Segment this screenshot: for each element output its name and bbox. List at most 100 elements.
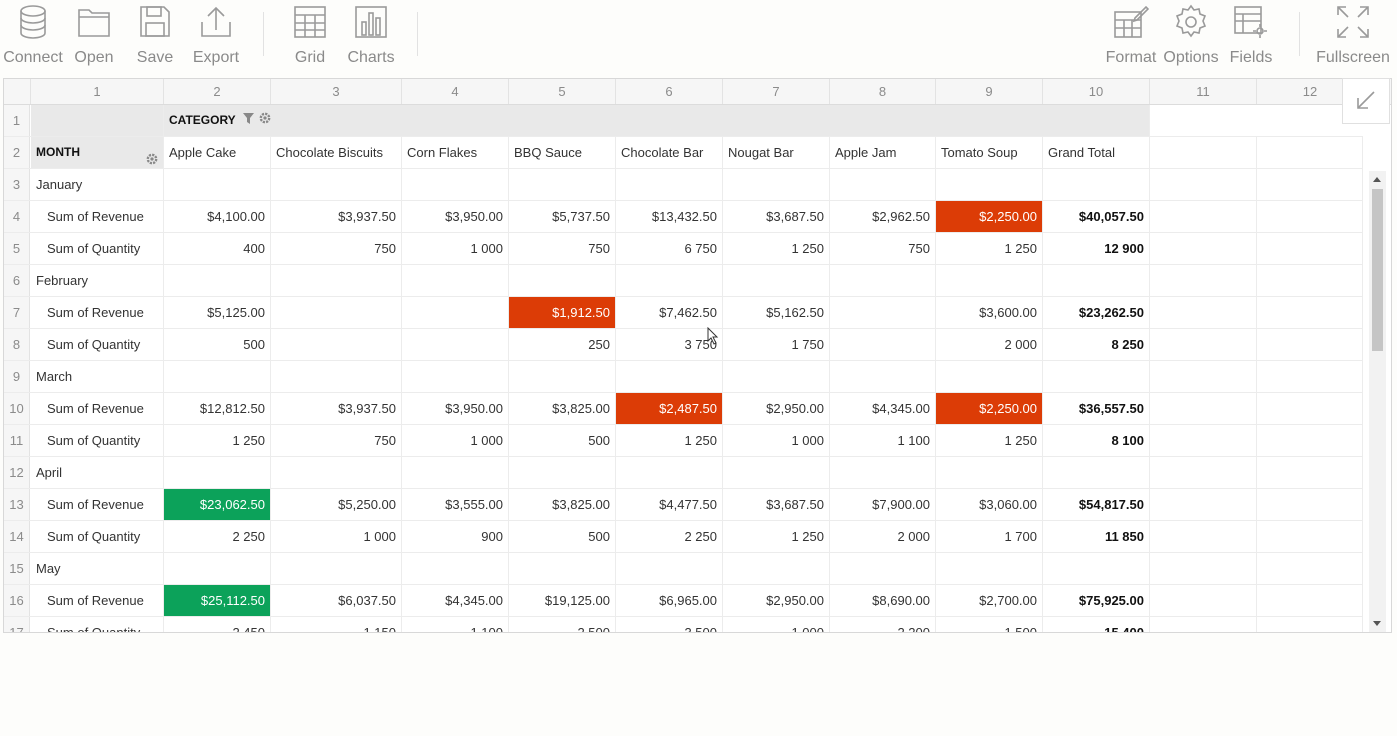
value-cell[interactable] — [271, 553, 402, 584]
category-header-cell[interactable]: Corn Flakes — [402, 137, 509, 168]
value-cell[interactable] — [1150, 329, 1257, 360]
value-cell[interactable] — [616, 553, 723, 584]
value-cell[interactable]: $2,700.00 — [936, 585, 1043, 616]
value-cell[interactable]: $3,555.00 — [402, 489, 509, 520]
measure-row-label[interactable]: Sum of Revenue — [31, 489, 164, 520]
grand-total-cell[interactable]: 12 900 — [1043, 233, 1150, 264]
value-cell[interactable] — [402, 457, 509, 488]
measure-row-label[interactable]: Sum of Revenue — [31, 201, 164, 232]
value-cell[interactable] — [402, 169, 509, 200]
value-cell[interactable]: 1 500 — [936, 617, 1043, 632]
value-cell[interactable]: $13,432.50 — [616, 201, 723, 232]
value-cell[interactable]: 2 500 — [509, 617, 616, 632]
value-cell[interactable] — [164, 457, 271, 488]
value-cell[interactable]: $4,345.00 — [402, 585, 509, 616]
column-header[interactable]: 8 — [830, 79, 936, 104]
value-cell[interactable]: 2 200 — [830, 617, 936, 632]
value-cell[interactable]: $5,250.00 — [271, 489, 402, 520]
grand-total-cell[interactable]: $54,817.50 — [1043, 489, 1150, 520]
value-cell[interactable] — [1150, 617, 1257, 632]
connect-button[interactable]: Connect — [0, 0, 66, 72]
value-cell[interactable]: 2 250 — [616, 521, 723, 552]
column-header[interactable]: 7 — [723, 79, 830, 104]
value-cell[interactable]: $3,687.50 — [723, 489, 830, 520]
value-cell[interactable]: $3,950.00 — [402, 393, 509, 424]
value-cell[interactable]: $12,812.50 — [164, 393, 271, 424]
value-cell[interactable]: $6,037.50 — [271, 585, 402, 616]
value-cell[interactable]: 1 000 — [271, 521, 402, 552]
value-cell[interactable] — [271, 169, 402, 200]
grid-button[interactable]: Grid — [281, 0, 339, 72]
measure-row-label[interactable]: Sum of Revenue — [31, 585, 164, 616]
value-cell[interactable]: 2 450 — [164, 617, 271, 632]
value-cell[interactable]: $3,825.00 — [509, 489, 616, 520]
value-cell[interactable]: 250 — [509, 329, 616, 360]
value-cell[interactable]: $2,487.50 — [616, 393, 723, 424]
value-cell[interactable]: $25,112.50 — [164, 585, 271, 616]
value-cell[interactable] — [1150, 361, 1257, 392]
options-button[interactable]: Options — [1162, 0, 1220, 72]
format-button[interactable]: Format — [1102, 0, 1160, 72]
value-cell[interactable] — [936, 265, 1043, 296]
open-button[interactable]: Open — [66, 0, 122, 72]
value-cell[interactable]: 1 100 — [830, 425, 936, 456]
value-cell[interactable]: $3,937.50 — [271, 201, 402, 232]
value-cell[interactable]: $7,462.50 — [616, 297, 723, 328]
value-cell[interactable] — [936, 553, 1043, 584]
value-cell[interactable] — [1257, 585, 1363, 616]
value-cell[interactable]: 1 700 — [936, 521, 1043, 552]
value-cell[interactable] — [402, 553, 509, 584]
value-cell[interactable] — [1150, 297, 1257, 328]
scroll-up-icon[interactable] — [1373, 177, 1381, 182]
value-cell[interactable]: $3,600.00 — [936, 297, 1043, 328]
column-header[interactable]: 11 — [1150, 79, 1257, 104]
pivot-grid[interactable]: 1 2 3 4 5 6 7 8 9 10 11 12 1 CATEGORY 2 … — [3, 78, 1392, 633]
value-cell[interactable]: 1 250 — [723, 521, 830, 552]
value-cell[interactable] — [1257, 521, 1363, 552]
value-cell[interactable]: $8,690.00 — [830, 585, 936, 616]
value-cell[interactable] — [830, 361, 936, 392]
value-cell[interactable] — [402, 329, 509, 360]
value-cell[interactable]: $3,825.00 — [509, 393, 616, 424]
value-cell[interactable]: 1 000 — [402, 233, 509, 264]
category-header-cell[interactable]: Apple Cake — [164, 137, 271, 168]
value-cell[interactable] — [1150, 233, 1257, 264]
value-cell[interactable] — [830, 169, 936, 200]
grand-total-cell[interactable]: $23,262.50 — [1043, 297, 1150, 328]
month-header[interactable]: MONTH — [31, 137, 164, 168]
grand-total-cell[interactable] — [1043, 457, 1150, 488]
column-header[interactable]: 2 — [164, 79, 271, 104]
value-cell[interactable]: 2 250 — [164, 521, 271, 552]
value-cell[interactable]: 1 100 — [402, 617, 509, 632]
value-cell[interactable] — [723, 169, 830, 200]
value-cell[interactable]: $2,950.00 — [723, 393, 830, 424]
grand-total-cell[interactable]: 8 100 — [1043, 425, 1150, 456]
value-cell[interactable]: 2 000 — [936, 329, 1043, 360]
column-header[interactable]: 1 — [31, 79, 164, 104]
value-cell[interactable] — [271, 265, 402, 296]
fields-button[interactable]: Fields — [1222, 0, 1280, 72]
value-cell[interactable] — [1257, 201, 1363, 232]
grand-total-cell[interactable]: $36,557.50 — [1043, 393, 1150, 424]
value-cell[interactable]: 400 — [164, 233, 271, 264]
value-cell[interactable] — [1150, 169, 1257, 200]
column-header[interactable]: 10 — [1043, 79, 1150, 104]
value-cell[interactable]: $6,965.00 — [616, 585, 723, 616]
value-cell[interactable] — [509, 457, 616, 488]
value-cell[interactable] — [271, 329, 402, 360]
gear-icon[interactable] — [259, 105, 271, 136]
value-cell[interactable] — [509, 361, 616, 392]
value-cell[interactable] — [271, 361, 402, 392]
value-cell[interactable] — [1257, 361, 1363, 392]
value-cell[interactable] — [1150, 265, 1257, 296]
value-cell[interactable] — [830, 329, 936, 360]
charts-button[interactable]: Charts — [342, 0, 400, 72]
value-cell[interactable] — [1150, 457, 1257, 488]
value-cell[interactable]: 1 250 — [723, 233, 830, 264]
value-cell[interactable]: 1 250 — [936, 425, 1043, 456]
grand-total-cell[interactable]: 11 850 — [1043, 521, 1150, 552]
value-cell[interactable] — [1257, 489, 1363, 520]
value-cell[interactable] — [509, 265, 616, 296]
value-cell[interactable] — [271, 297, 402, 328]
value-cell[interactable] — [164, 265, 271, 296]
